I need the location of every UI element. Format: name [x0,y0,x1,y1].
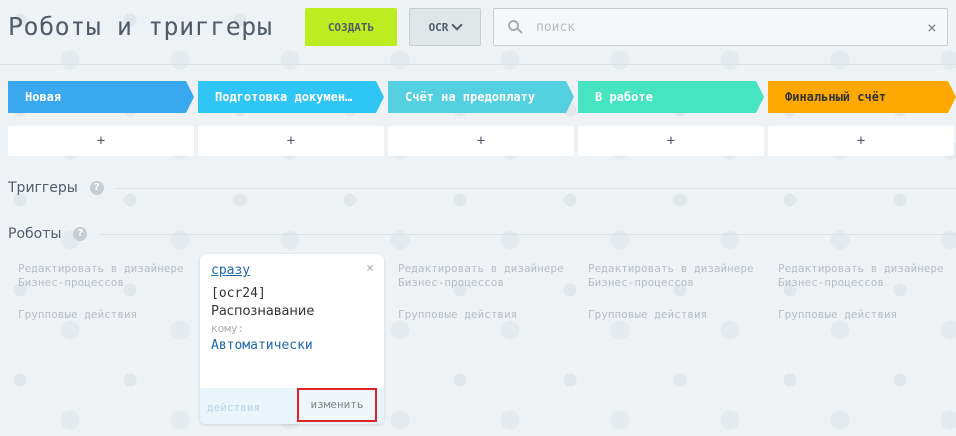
search-box[interactable]: × [493,8,948,46]
stage-new[interactable]: Новая [8,81,194,113]
edit-in-designer-link[interactable]: Редактировать в дизайнере Бизнес-процесс… [398,262,564,289]
robot-name: Распознавание [211,304,315,319]
add-trigger-button-final-invoice[interactable]: + [768,126,954,156]
page-title: Роботы и триггеры [8,12,273,41]
robot-column-in-progress: Редактировать в дизайнере Бизнес-процесс… [588,262,768,322]
stage-in-progress[interactable]: В работе [578,81,764,113]
page-header: Роботы и триггеры СОЗДАТЬ OCR × [0,0,956,60]
stage-prepayment-invoice[interactable]: Счёт на предоплату [388,81,574,113]
robots-title: Роботы [8,226,62,242]
robot-column-prepayment-invoice: Редактировать в дизайнере Бизнес-процесс… [398,262,578,322]
chevron-down-icon [451,19,464,31]
add-trigger-button-new[interactable]: + [8,126,194,156]
stage-bar: Новая Подготовка докумен… Счёт на предоп… [8,81,956,113]
robot-timing-link[interactable]: сразу [211,263,250,278]
robot-actions-link[interactable]: действия [207,401,260,414]
background-pattern [0,0,956,436]
triggers-section-header: Триггеры ? [8,178,956,198]
add-trigger-button-document-prep[interactable]: + [198,126,384,156]
group-actions-link[interactable]: Групповые действия [18,308,198,322]
stage-final-invoice[interactable]: Финальный счёт [768,81,956,113]
robot-provider: [ocr24] [211,286,266,301]
triggers-title: Триггеры [8,180,78,196]
close-icon[interactable]: × [366,261,374,276]
add-trigger-button-prepayment-invoice[interactable]: + [388,126,574,156]
add-trigger-button-in-progress[interactable]: + [578,126,764,156]
edit-in-designer-link[interactable]: Редактировать в дизайнере Бизнес-процесс… [778,262,944,289]
stage-document-prep[interactable]: Подготовка докумен… [198,81,384,113]
ocr-filter-button[interactable]: OCR [409,8,481,46]
search-input[interactable] [536,19,917,35]
group-actions-link[interactable]: Групповые действия [778,308,956,322]
close-icon[interactable]: × [917,18,947,37]
edit-in-designer-link[interactable]: Редактировать в дизайнере Бизнес-процесс… [18,262,184,289]
ocr-filter-label: OCR [428,20,449,34]
robot-recipient-value[interactable]: Автоматически [211,338,313,353]
robot-column-final-invoice: Редактировать в дизайнере Бизнес-процесс… [778,262,956,322]
robot-column-new: Редактировать в дизайнере Бизнес-процесс… [18,262,198,322]
search-icon [508,20,523,34]
group-actions-link[interactable]: Групповые действия [398,308,578,322]
help-icon[interactable]: ? [73,227,88,241]
robot-edit-button[interactable]: изменить [297,388,377,422]
header-divider [0,64,956,65]
robot-recipient-label: кому: [211,322,245,335]
help-icon[interactable]: ? [89,181,104,195]
robot-card: сразу × [ocr24] Распознавание кому: Авто… [200,254,384,424]
edit-in-designer-link[interactable]: Редактировать в дизайнере Бизнес-процесс… [588,262,754,289]
section-divider [99,233,956,235]
group-actions-link[interactable]: Групповые действия [588,308,768,322]
robots-section-header: Роботы ? [8,224,956,244]
section-divider [115,187,956,189]
create-button[interactable]: СОЗДАТЬ [305,8,397,46]
